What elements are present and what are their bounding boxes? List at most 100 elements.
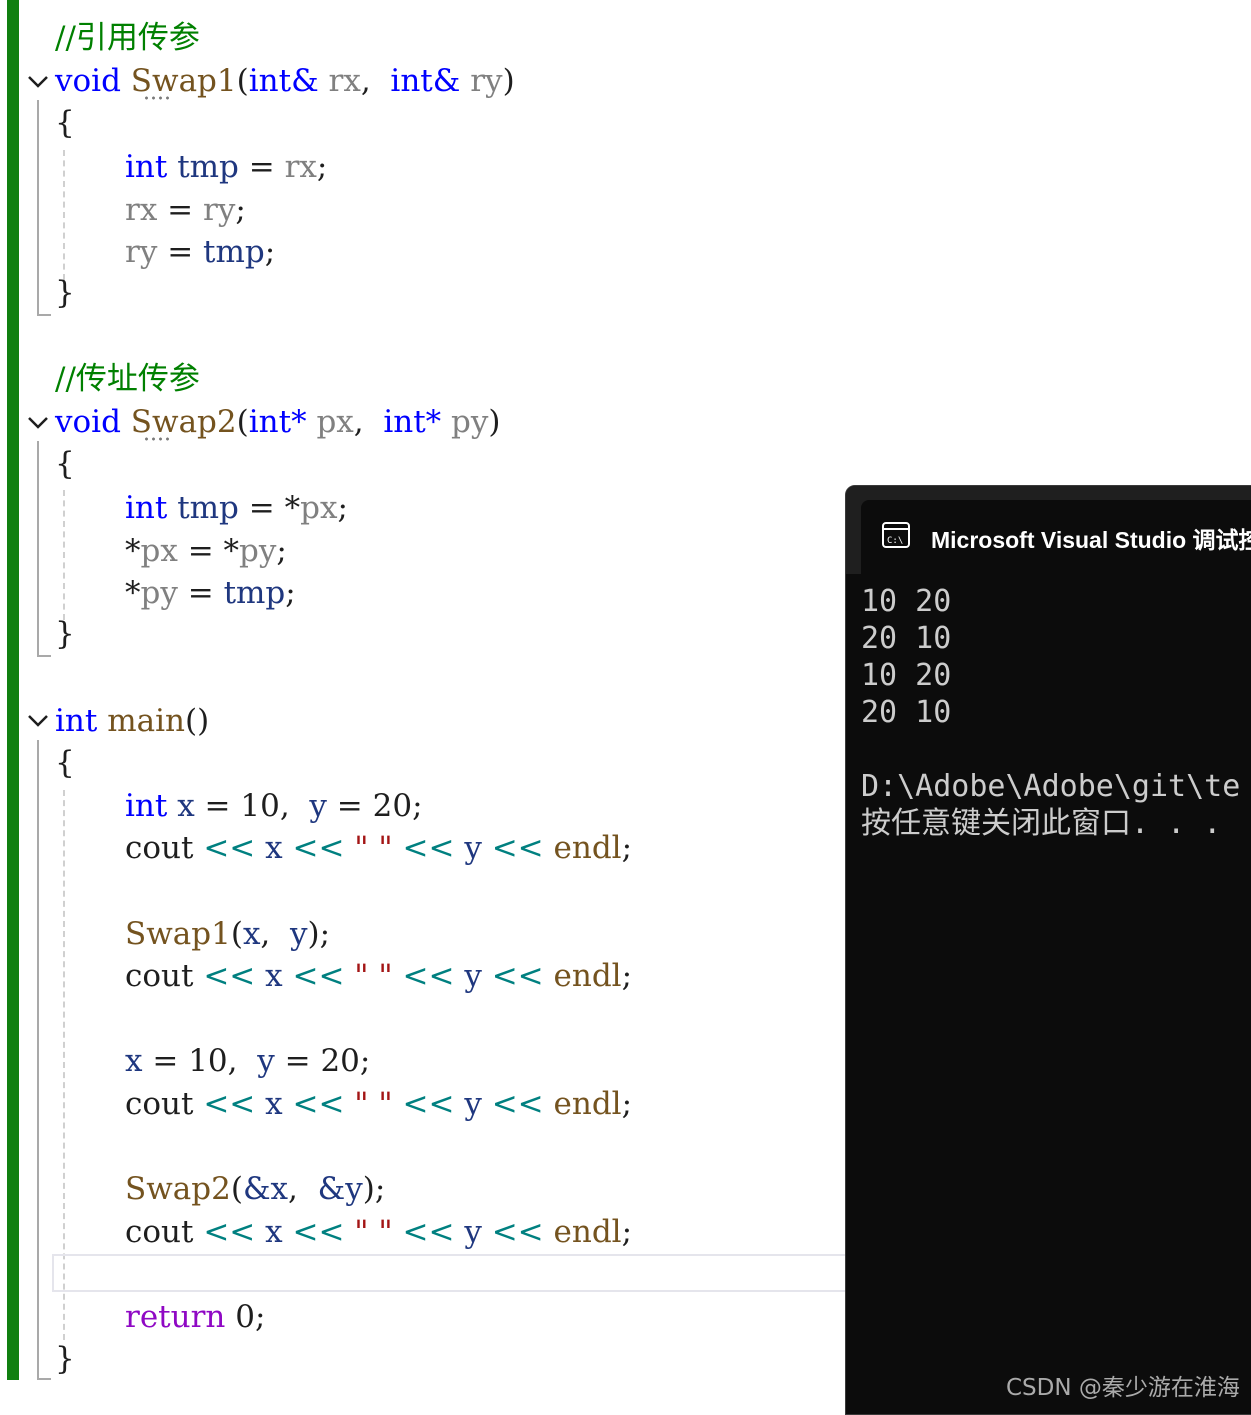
type-int-ptr: int*: [383, 404, 442, 440]
main-line-assign: x = 10, y = 20;: [125, 1040, 370, 1082]
var-tmp: tmp: [223, 575, 286, 611]
punct: (: [236, 404, 249, 440]
var-x: x: [265, 1086, 283, 1122]
var-x: x: [265, 1214, 283, 1250]
swap1-line-tmp: int tmp = rx;: [125, 146, 327, 188]
punct: (: [230, 916, 243, 952]
param-px: px: [140, 533, 178, 569]
keyword-void: void: [55, 63, 121, 99]
arg-addr-x: &x: [242, 1171, 289, 1207]
endl: endl: [553, 830, 622, 866]
swap2-line-px: *px = *py;: [125, 530, 287, 572]
function-name-swap2[interactable]: Swap2: [131, 404, 237, 440]
outline-guide-main-end: [37, 1378, 51, 1380]
console-output-line: 10 20: [861, 584, 952, 619]
var-y: y: [464, 830, 482, 866]
endl: endl: [553, 958, 622, 994]
op-shift: <<: [203, 830, 256, 866]
arg-x: x: [242, 916, 261, 952]
main-line-cout-1: cout << x << " " << y << endl;: [125, 827, 632, 869]
collapse-swap2-chevron-icon[interactable]: [26, 410, 50, 434]
literal-0: 0: [235, 1299, 255, 1335]
endl: endl: [553, 1086, 622, 1122]
main-open-brace: {: [55, 745, 75, 781]
outline-guide-swap1: [37, 100, 39, 316]
console-exit-path: D:\Adobe\Adobe\git\te: [861, 769, 1241, 804]
change-tracking-bar: [7, 0, 19, 1380]
cout: cout: [125, 1214, 194, 1250]
literal-20: 20: [320, 1043, 360, 1079]
swap1-line-ry: ry = tmp;: [125, 231, 275, 273]
outline-guide-swap2: [37, 441, 39, 657]
op-shift: <<: [491, 830, 544, 866]
var-y: y: [464, 1086, 482, 1122]
punct: ;: [337, 490, 348, 526]
console-press-key-prompt: 按任意键关闭此窗口. . .: [861, 806, 1222, 841]
outline-guide-swap2-end: [37, 655, 51, 657]
punct: ): [307, 916, 320, 952]
punct: ;: [412, 788, 423, 824]
swap1-open-brace: {: [55, 105, 75, 141]
keyword-return: return: [125, 1299, 226, 1335]
function-name-main[interactable]: main: [107, 703, 185, 739]
op-assign: =: [248, 149, 275, 185]
main-line-cout-4: cout << x << " " << y << endl;: [125, 1211, 632, 1253]
swap2-open-brace: {: [55, 446, 75, 482]
param-ry: ry: [203, 192, 236, 228]
watermark: CSDN @秦少游在淮海: [1006, 1375, 1240, 1401]
op-assign: =: [187, 575, 214, 611]
punct: ,: [288, 1171, 298, 1207]
punct: ;: [235, 192, 246, 228]
var-tmp: tmp: [177, 149, 239, 185]
keyword-int: int: [55, 703, 98, 739]
swap1-close-brace: }: [55, 275, 75, 311]
param-py: py: [451, 404, 489, 440]
punct: ;: [621, 1214, 633, 1250]
op-shift: <<: [491, 1086, 544, 1122]
op-shift: <<: [402, 958, 455, 994]
punct: ;: [621, 958, 633, 994]
console-tab[interactable]: C:\ Microsoft Visual Studio 调试控制台: [861, 500, 1251, 574]
main-signature: int main(): [55, 700, 209, 742]
console-output-line: 20 10: [861, 621, 952, 656]
punct: ;: [359, 1043, 371, 1079]
string-space: " ": [354, 830, 393, 866]
main-line-cout-3: cout << x << " " << y << endl;: [125, 1083, 632, 1125]
var-x: x: [177, 788, 195, 824]
punct: ;: [316, 149, 328, 185]
op-deref: *: [125, 533, 141, 569]
punct: (): [184, 703, 210, 739]
op-shift: <<: [491, 958, 544, 994]
debug-console-window[interactable]: C:\ Microsoft Visual Studio 调试控制台 10 20 …: [845, 485, 1251, 1415]
op-assign: =: [187, 533, 214, 569]
op-assign: =: [336, 788, 363, 824]
function-name-swap1[interactable]: Swap1: [131, 63, 237, 99]
indent-guide-swap1: [63, 150, 65, 280]
punct: ;: [264, 234, 276, 270]
op-shift: <<: [203, 958, 256, 994]
collapse-main-chevron-icon[interactable]: [26, 708, 50, 732]
collapse-swap1-chevron-icon[interactable]: [26, 69, 50, 93]
main-line-return: return 0;: [125, 1296, 265, 1338]
param-rx: rx: [284, 149, 317, 185]
call-swap1[interactable]: Swap1: [125, 916, 231, 952]
punct: ;: [374, 1171, 386, 1207]
punct: (: [230, 1171, 243, 1207]
op-shift: <<: [292, 958, 345, 994]
current-line-highlight: [52, 1254, 852, 1292]
indent-guide-swap2: [63, 490, 65, 620]
op-shift: <<: [402, 1086, 455, 1122]
string-space: " ": [354, 958, 393, 994]
op-deref: *: [284, 490, 301, 526]
swap1-line-rx: rx = ry;: [125, 189, 246, 231]
var-y: y: [464, 958, 482, 994]
op-shift: <<: [292, 830, 345, 866]
literal-10: 10,: [240, 788, 290, 824]
main-close-brace: }: [55, 1341, 75, 1377]
op-assign: =: [152, 1043, 179, 1079]
call-swap2[interactable]: Swap2: [125, 1171, 231, 1207]
punct: ): [488, 404, 501, 440]
comment-ref-params: //引用传参: [55, 20, 200, 56]
keyword-int: int: [125, 490, 168, 526]
type-int-ptr: int*: [248, 404, 307, 440]
